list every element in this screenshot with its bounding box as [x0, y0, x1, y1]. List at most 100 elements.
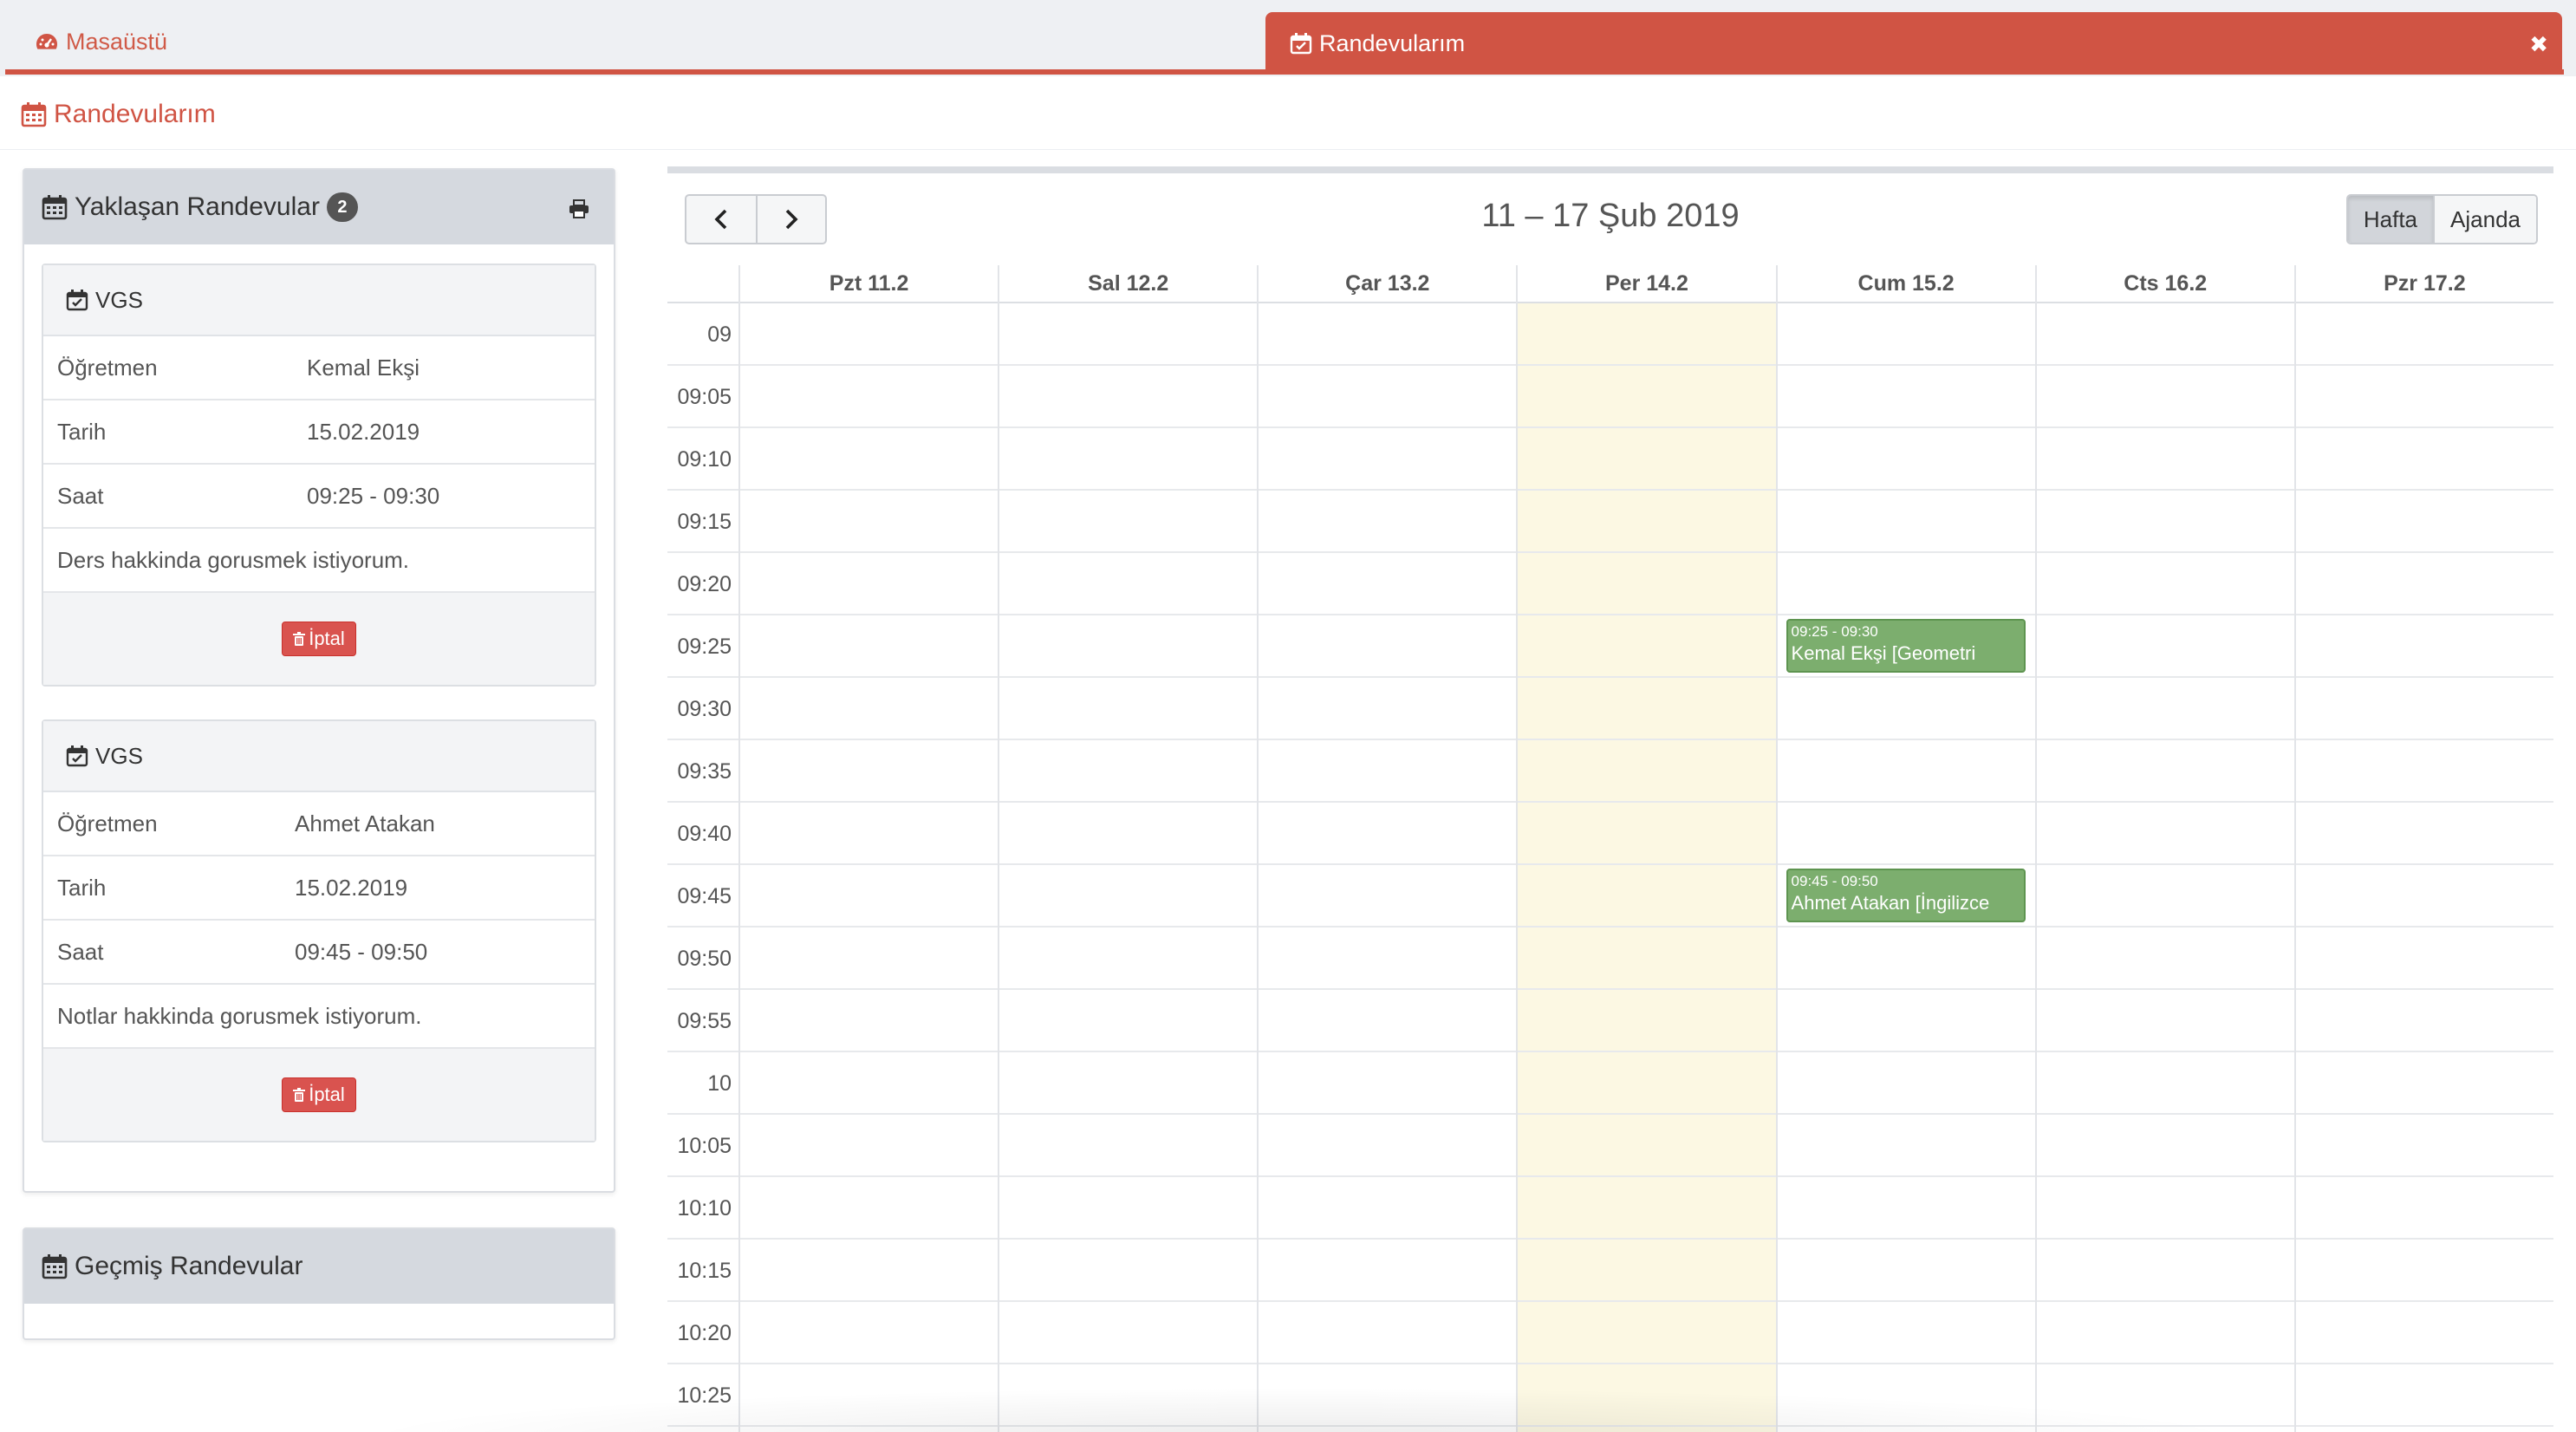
time-row: Saat 09:45 - 09:50 — [43, 921, 595, 985]
day-column-divider — [1516, 265, 1519, 1432]
time-slot-label: 10:05 — [677, 1134, 732, 1158]
past-panel-header[interactable]: Geçmiş Randevular — [24, 1229, 614, 1304]
time-slot-label: 09:30 — [677, 697, 732, 721]
upcoming-count-badge: 2 — [326, 192, 358, 222]
time-slot-label: 09:20 — [677, 572, 732, 596]
cancel-button[interactable]: İptal — [282, 622, 356, 656]
print-icon[interactable] — [569, 196, 589, 225]
agenda-view-button[interactable]: Ajanda — [2433, 196, 2536, 243]
event-title: Kemal Ekşi [Geometri — [1791, 642, 1976, 664]
upcoming-panel-header: Yaklaşan Randevular 2 — [24, 170, 614, 244]
teacher-label: Öğretmen — [57, 354, 158, 381]
cancel-label: İptal — [309, 628, 345, 649]
slot-divider — [667, 676, 2553, 678]
day-column-divider — [1775, 265, 1778, 1432]
day-column-divider — [1257, 265, 1259, 1432]
time-slot-label: 10:10 — [677, 1196, 732, 1220]
upcoming-appointments-panel: Yaklaşan Randevular 2 VGS Öğretmen Kemal… — [23, 168, 615, 1193]
teacher-value: Kemal Ekşi — [307, 354, 420, 381]
trash-icon — [293, 632, 306, 646]
tab-bar: Masaüstü Randevularım ✖ — [0, 0, 2576, 76]
slot-divider — [667, 1363, 2553, 1364]
time-value: 09:45 - 09:50 — [295, 938, 428, 965]
time-value: 09:25 - 09:30 — [307, 482, 440, 509]
time-slot-label: 10 — [707, 1071, 732, 1096]
tab-desktop-label: Masaüstü — [66, 28, 168, 55]
slot-divider — [667, 551, 2553, 553]
appointment-card-header: VGS — [43, 265, 595, 336]
calendar-icon — [21, 101, 47, 127]
tab-appointments-label: Randevularım — [1319, 29, 1466, 56]
appointment-card-title: VGS — [95, 286, 143, 313]
time-slot-label: 10:15 — [677, 1259, 732, 1283]
appointment-card-footer: İptal — [43, 1049, 595, 1141]
slot-divider — [667, 1051, 2553, 1052]
appointment-note: Notlar hakkinda gorusmek istiyorum. — [43, 985, 595, 1049]
header-divider — [667, 302, 2553, 303]
slot-divider — [667, 1300, 2553, 1302]
day-header: Çar 13.2 — [1257, 265, 1516, 302]
tab-underline — [5, 69, 2564, 75]
appointment-card-footer: İptal — [43, 593, 595, 685]
page-title-text: Randevularım — [54, 100, 216, 128]
event-title: Ahmet Atakan [İngilizce — [1791, 892, 1990, 914]
week-grid: 09 09:05 09:10 09:15 09:20 09:25 09:30 09:35 09:… — [667, 265, 2553, 1432]
tab-desktop[interactable]: Masaüstü — [35, 24, 167, 59]
slot-divider — [667, 1175, 2553, 1177]
calendar-icon — [42, 1253, 68, 1279]
slot-divider — [667, 801, 2553, 803]
dashboard-icon — [35, 31, 59, 52]
time-slot-label: 09:15 — [677, 510, 732, 534]
teacher-label: Öğretmen — [57, 810, 158, 836]
slot-divider — [667, 1425, 2553, 1427]
slot-divider — [667, 739, 2553, 740]
day-header: Cts 16.2 — [2034, 265, 2294, 302]
time-slot-label: 09:10 — [677, 447, 732, 472]
calendar: 11 – 17 Şub 2019 Hafta Ajanda 09 09:05 09:… — [667, 166, 2553, 1432]
day-header: Sal 12.2 — [998, 265, 1257, 302]
time-label: Saat — [57, 482, 104, 509]
today-column — [1516, 303, 1776, 1432]
close-icon[interactable]: ✖ — [2529, 31, 2548, 58]
time-slot-label: 09:05 — [677, 385, 732, 409]
calendar-event[interactable]: 09:25 - 09:30 Kemal Ekşi [Geometri — [1786, 619, 2026, 673]
slot-divider — [667, 863, 2553, 865]
day-header: Pzr 17.2 — [2293, 265, 2553, 302]
event-time: 09:25 - 09:30 — [1791, 623, 1878, 640]
appointment-card: VGS Öğretmen Kemal Ekşi Tarih 15.02.2019… — [42, 264, 596, 687]
day-header: Cum 15.2 — [1775, 265, 2035, 302]
week-view-button[interactable]: Hafta — [2347, 196, 2434, 243]
title-divider — [0, 149, 2576, 150]
trash-icon — [293, 1088, 306, 1102]
time-slot-label: 09 — [707, 322, 732, 347]
event-time: 09:45 - 09:50 — [1791, 873, 1878, 889]
time-label: Saat — [57, 938, 104, 965]
time-slot-label: 10:25 — [677, 1383, 732, 1408]
past-appointments-panel: Geçmiş Randevular — [23, 1227, 615, 1340]
time-slot-label: 09:40 — [677, 822, 732, 846]
cancel-button[interactable]: İptal — [282, 1077, 356, 1112]
appointment-card: VGS Öğretmen Ahmet Atakan Tarih 15.02.20… — [42, 719, 596, 1142]
day-header: Pzt 11.2 — [738, 265, 998, 302]
view-switcher: Hafta Ajanda — [2345, 194, 2538, 244]
day-column-divider — [998, 265, 1000, 1432]
slot-divider — [667, 489, 2553, 491]
teacher-row: Öğretmen Kemal Ekşi — [43, 336, 595, 400]
time-slot-label: 09:35 — [677, 759, 732, 784]
date-value: 15.02.2019 — [295, 874, 408, 901]
date-row: Tarih 15.02.2019 — [43, 856, 595, 921]
page-title: Randevularım — [21, 94, 216, 135]
day-header: Per 14.2 — [1516, 265, 1775, 302]
slot-divider — [667, 926, 2553, 928]
day-column-divider — [738, 265, 740, 1432]
calendar-check-icon — [66, 289, 88, 311]
tab-appointments[interactable]: Randevularım ✖ — [1265, 12, 2562, 75]
slot-divider — [667, 614, 2553, 615]
calendar-range-title: 11 – 17 Şub 2019 — [1481, 198, 1740, 234]
appointment-note: Ders hakkinda gorusmek istiyorum. — [43, 529, 595, 593]
past-panel-title: Geçmiş Randevular — [75, 1252, 303, 1280]
time-slot-label: 09:25 — [677, 635, 732, 659]
date-label: Tarih — [57, 874, 107, 901]
appointment-card-title: VGS — [95, 742, 143, 769]
calendar-event[interactable]: 09:45 - 09:50 Ahmet Atakan [İngilizce — [1786, 869, 2026, 922]
